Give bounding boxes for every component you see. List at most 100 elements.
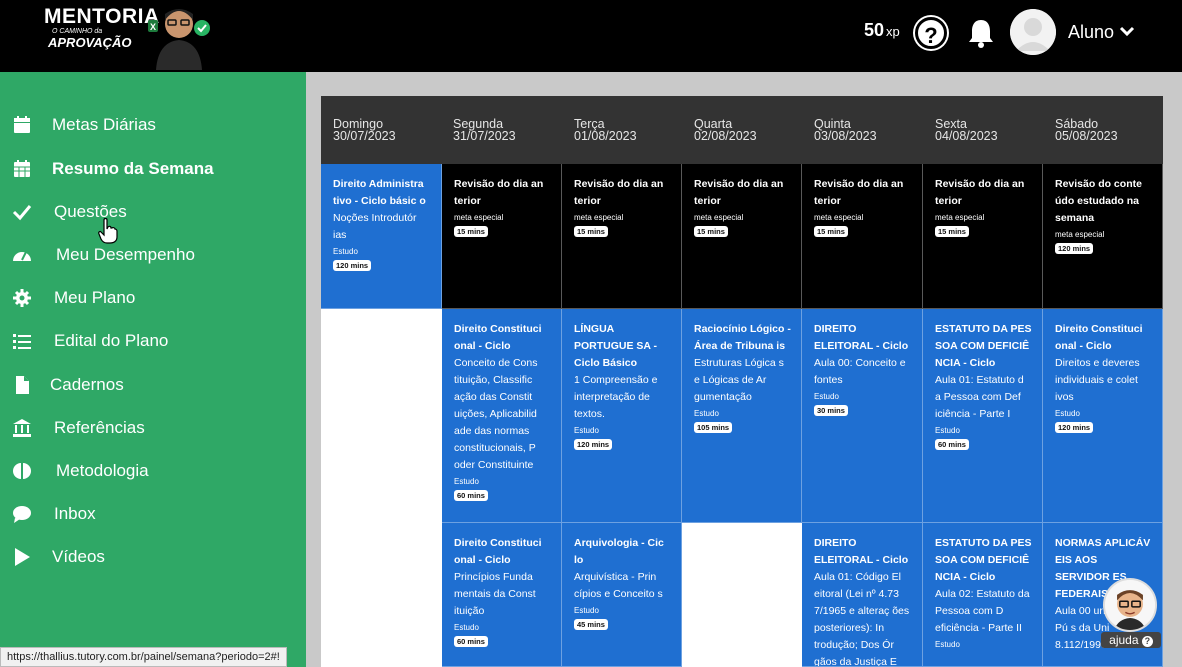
task-desc: Conceito de Cons tituição, Classific açã… [454,357,538,471]
day-date: 05/08/2023 [1055,129,1118,143]
day-header-terca: Terça 01/08/2023 [574,118,637,143]
task-meta: Estudo [814,392,839,401]
task-meta: meta especial [454,213,504,222]
mentoria-logo[interactable]: MENTORIA O CAMINHO da APROVAÇÃO [44,6,159,50]
task-title: Raciocínio Lógico - Área de Tribuna is [694,323,791,352]
duration-badge: 105 mins [694,422,733,433]
user-name[interactable]: Aluno [1068,22,1114,43]
task-meta: Estudo [574,606,599,615]
sidebar-item-cadernos[interactable]: Cadernos [0,367,306,403]
help-icon[interactable]: ? [915,17,947,49]
task-meta: meta especial [935,213,985,222]
day-date: 02/08/2023 [694,129,757,143]
xp-value: 50 [864,20,885,40]
task-card[interactable]: Direito Administra tivo - Ciclo básic o … [321,164,442,309]
bell-icon[interactable] [964,16,998,50]
sidebar-item-meu-desempenho[interactable]: Meu Desempenho [0,237,306,273]
bot-label: ajuda ? [1101,632,1161,648]
duration-badge: 15 mins [694,226,728,237]
weekly-calendar: Domingo 30/07/2023 Segunda 31/07/2023 Terç… [321,96,1163,667]
sidebar-item-referencias[interactable]: Referências [0,410,306,446]
bot-label-text: ajuda [1109,633,1139,647]
task-title: LÍNGUA PORTUGUE SA - Ciclo Básico [574,323,658,369]
task-meta: Estudo [574,426,599,435]
task-card[interactable]: ESTATUTO DA PES SOA COM DEFICIÊ NCIA - C… [923,523,1043,667]
duration-badge: 30 mins [814,405,848,416]
file-icon [16,376,29,394]
task-title: Revisão do dia an terior [814,178,904,207]
task-meta: meta especial [694,213,744,222]
empty-cell [321,309,442,523]
task-title: ESTATUTO DA PES SOA COM DEFICIÊ NCIA - C… [935,537,1032,583]
task-desc: Noções Introdutór ias [333,212,417,241]
task-desc: Direitos e deveres individuais e colet i… [1055,357,1140,403]
duration-badge: 120 mins [1055,243,1094,254]
sidebar-item-metodologia[interactable]: Metodologia [0,453,306,489]
gear-icon [13,289,31,307]
duration-badge: 60 mins [454,636,488,647]
task-card[interactable]: Revisão do conte údo estudado na semana … [1043,164,1163,309]
sidebar-item-resumo-da-semana[interactable]: Resumo da Semana [0,151,306,187]
day-header-segunda: Segunda 31/07/2023 [453,118,516,143]
task-meta: Estudo [935,426,960,435]
task-title: Revisão do dia an terior [935,178,1025,207]
task-meta: Estudo [694,409,719,418]
task-card[interactable]: LÍNGUA PORTUGUE SA - Ciclo Básico 1 Comp… [562,309,682,523]
task-card[interactable]: Revisão do dia an terior meta especial 1… [923,164,1043,309]
task-card[interactable]: Direito Constituci onal - Ciclo Direitos… [1043,309,1163,523]
sidebar-item-inbox[interactable]: Inbox [0,496,306,532]
play-icon [15,548,30,566]
gauge-icon [13,251,31,261]
task-card[interactable]: DIREITO ELEITORAL - Ciclo Aula 01: Códig… [802,523,923,667]
task-card[interactable]: DIREITO ELEITORAL - Ciclo Aula 00: Conce… [802,309,923,523]
sidebar-item-label: Referências [54,418,145,437]
sidebar-item-metas-diarias[interactable]: Metas Diárias [0,107,306,143]
task-card[interactable]: ESTATUTO DA PES SOA COM DEFICIÊ NCIA - C… [923,309,1043,523]
task-card[interactable]: Direito Constituci onal - Ciclo Conceito… [442,309,562,523]
chevron-down-icon[interactable] [1119,25,1135,37]
day-header-domingo: Domingo 30/07/2023 [333,118,396,143]
task-title: DIREITO ELEITORAL - Ciclo [814,323,909,352]
day-date: 03/08/2023 [814,129,877,143]
task-meta: meta especial [1055,230,1105,239]
duration-badge: 120 mins [333,260,372,271]
sidebar-item-label: Metodologia [56,461,149,480]
day-header-quinta: Quinta 03/08/2023 [814,118,877,143]
task-desc: Estruturas Lógica s e Lógicas de Ar gume… [694,357,784,403]
task-title: DIREITO ELEITORAL - Ciclo [814,537,909,566]
duration-badge: 45 mins [574,619,608,630]
help-bot[interactable]: ajuda ? [1097,578,1163,648]
task-card[interactable]: Revisão do dia an terior meta especial 1… [442,164,562,309]
task-title: Arquivologia - Cic lo [574,537,664,566]
task-desc: Aula 00: Conceito e fontes [814,357,906,386]
top-bar: MENTORIA O CAMINHO da APROVAÇÃO X 50 xp ?… [0,0,1182,72]
task-title: Direito Administra tivo - Ciclo básic o [333,178,426,207]
task-title: Revisão do dia an terior [454,178,544,207]
task-card[interactable]: Arquivologia - Cic lo Arquivística - Pri… [562,523,682,667]
sidebar-item-edital-do-plano[interactable]: Edital do Plano [0,323,306,359]
sidebar-item-meu-plano[interactable]: Meu Plano [0,280,306,316]
check-icon [12,205,32,221]
brain-icon [13,463,31,479]
duration-badge: 15 mins [454,226,488,237]
sidebar-item-videos[interactable]: Vídeos [0,539,306,575]
avatar[interactable] [1010,9,1056,55]
task-card[interactable]: Revisão do dia an terior meta especial 1… [802,164,923,309]
task-card[interactable]: Revisão do dia an terior meta especial 1… [682,164,802,309]
task-card[interactable]: Direito Constituci onal - Ciclo Princípi… [442,523,562,667]
task-title: Direito Constituci onal - Ciclo [1055,323,1143,352]
task-card[interactable]: Raciocínio Lógico - Área de Tribuna is E… [682,309,802,523]
sidebar-item-label: Vídeos [52,547,105,566]
day-date: 31/07/2023 [453,129,516,143]
hand-cursor-icon [98,218,118,244]
task-meta: Estudo [935,640,960,649]
sidebar-item-label: Inbox [54,504,96,523]
day-header-sexta: Sexta 04/08/2023 [935,118,998,143]
day-header-quarta: Quarta 02/08/2023 [694,118,757,143]
sidebar-item-questoes[interactable]: Questões [0,194,306,230]
sidebar-item-label: Meu Plano [54,288,136,307]
calendar-header: Domingo 30/07/2023 Segunda 31/07/2023 Terç… [321,96,1163,164]
task-card[interactable]: Revisão do dia an terior meta especial 1… [562,164,682,309]
sidebar-item-label: Meu Desempenho [56,245,195,264]
sidebar-item-label: Cadernos [50,375,124,394]
